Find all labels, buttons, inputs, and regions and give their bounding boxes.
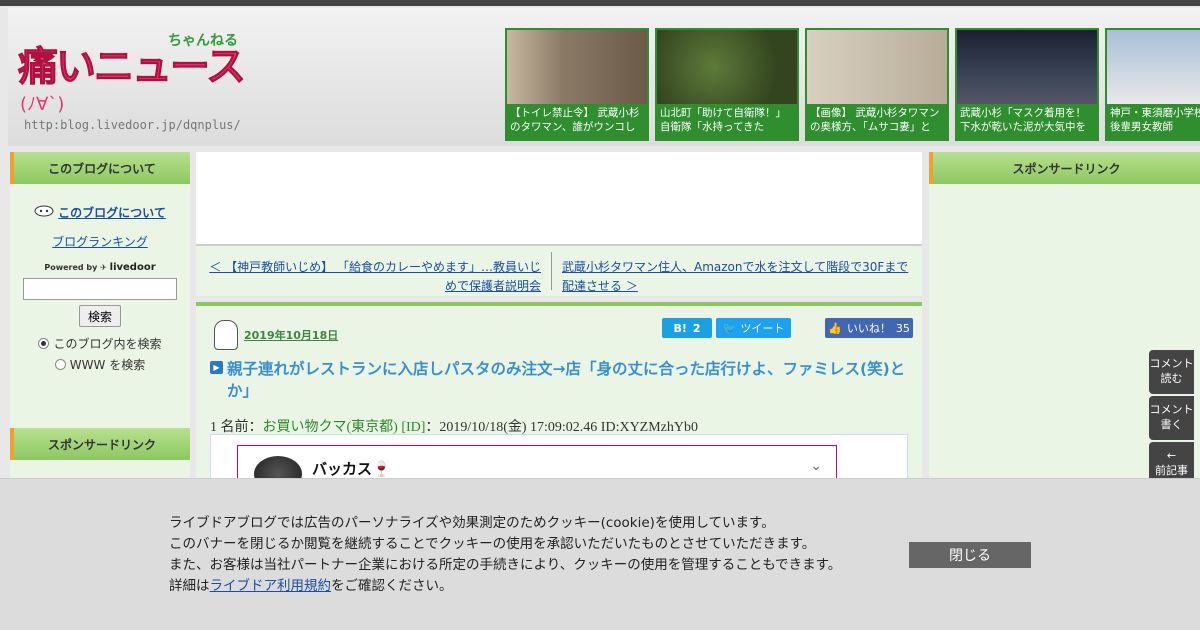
ranking-link[interactable]: ブログランキング <box>20 233 180 250</box>
cookie-banner: ライブドアブログでは広告のパーソナライズや効果測定のためクッキー(cookie)… <box>0 478 1200 630</box>
cookie-line: また、お客様は当社パートナー企業における所定の手続きにより、クッキーの使用を管理… <box>169 557 842 573</box>
cookie-line: このバナーを閉じるか閲覧を継続することでクッキーの使用を承認いただいたものとさせ… <box>169 536 816 552</box>
thumbnail-image <box>807 30 947 104</box>
thumbnail-image <box>957 30 1097 104</box>
radio-blog-search[interactable]: このブログ内を検索 <box>20 335 180 352</box>
powered-by-label: Powered by <box>44 263 98 272</box>
radio-blog[interactable] <box>38 338 50 349</box>
cookie-text: ライブドアブログでは広告のパーソナライズや効果測定のためクッキー(cookie)… <box>169 513 841 597</box>
header-thumbnail[interactable]: 武蔵小杉「マスク着用を！下水が乾いた泥が大気中を <box>955 28 1099 141</box>
about-link-label: このブログについて <box>58 206 166 220</box>
about-heading: このブログについて <box>10 152 190 184</box>
radio-www-search[interactable]: WWW を検索 <box>20 356 180 373</box>
radio-www[interactable] <box>54 359 66 370</box>
header-thumbnail[interactable]: 神戸・東須磨小学校教師、後輩男女教師 <box>1105 28 1200 141</box>
chevron-down-icon[interactable]: ⌄ <box>810 458 822 474</box>
tweet-user-name: バッカス🍷 <box>312 460 391 478</box>
hatena-bookmark-button[interactable]: B! 2 <box>662 318 712 338</box>
mascot-icon <box>214 320 238 350</box>
post-header: 1 名前：お買い物クマ(東京都) [ID]：2019/10/18(金) 17:0… <box>210 416 698 436</box>
thumbnail-caption: 武蔵小杉「マスク着用を！下水が乾いた泥が大気中を <box>960 107 1086 133</box>
logo-face: (ﾉ∀`) <box>20 94 65 115</box>
search-button[interactable]: 検索 <box>79 305 121 327</box>
thumbnail-caption: 【トイレ禁止令】 武蔵小杉のタワマン、誰がウンコし <box>510 107 640 133</box>
play-icon: ▶ <box>210 361 223 374</box>
twitter-icon: 🐦 <box>722 321 737 335</box>
face-icon <box>34 205 54 220</box>
side-tabs: コメント読む コメント書く ← 前記事 <box>1149 350 1194 488</box>
header-thumbnail[interactable]: 山北町「助けて自衛隊！」 自衛隊「水持ってきた <box>655 28 799 141</box>
thumbnail-image <box>507 30 647 104</box>
cookie-detail-prefix: 詳細は <box>169 578 210 594</box>
top-bar <box>0 0 1200 6</box>
left-sponsor-heading: スポンサードリンク <box>10 428 190 460</box>
like-count: 35 <box>895 321 910 335</box>
thumbnail-caption: 神戸・東須磨小学校教師、後輩男女教師 <box>1110 107 1200 133</box>
thumbs-up-icon: 👍 <box>828 321 842 335</box>
post-name: お買い物クマ(東京都) [ID] <box>262 420 426 435</box>
thumbnail-image <box>1107 30 1200 104</box>
thumbnail-caption: 【画像】 武蔵小杉タワマンの奥様方、「ムサコ妻」と <box>810 107 940 133</box>
search-input[interactable] <box>23 278 177 300</box>
hatena-count: 2 <box>692 321 701 335</box>
terms-link[interactable]: ライブドア利用規約 <box>210 578 332 594</box>
hatena-label: B! <box>673 321 687 335</box>
livedoor-icon: ✈ <box>100 263 107 272</box>
prev-article-tab-label: 前記事 <box>1155 464 1188 477</box>
livedoor-brand: livedoor <box>109 262 156 273</box>
powered-by: Powered by ✈ livedoor <box>20 262 180 273</box>
article-title: 親子連れがレストランに入店しパスタのみ注文→店「身の丈に合った店行けよ、ファミレ… <box>227 360 906 400</box>
post-number: 1 名前： <box>210 420 263 435</box>
article-date[interactable]: 2019年10月18日 <box>244 327 338 343</box>
blog-logo[interactable]: 痛いニュース ちゃんねる (ﾉ∀`) http:blog.livedoor.jp… <box>18 28 248 138</box>
cookie-detail-suffix: をご確認ください。 <box>331 578 453 594</box>
header-thumbnail[interactable]: 【画像】 武蔵小杉タワマンの奥様方、「ムサコ妻」と <box>805 28 949 141</box>
cookie-close-button[interactable]: 閉じる <box>909 542 1031 568</box>
tweet-button[interactable]: 🐦 ツイート <box>716 318 791 338</box>
post-meta: ：2019/10/18(金) 17:09:02.46 ID:XYZMzhYb0 <box>425 420 699 435</box>
cookie-line: ライブドアブログでは広告のパーソナライズや効果測定のためクッキー(cookie)… <box>169 515 775 531</box>
radio-www-label: WWW を検索 <box>69 358 146 372</box>
cookie-line: 詳細はライブドア利用規約をご確認ください。 <box>169 576 841 597</box>
tweet-label: ツイート <box>740 322 785 335</box>
header-thumbnails: 【トイレ禁止令】 武蔵小杉のタワマン、誰がウンコし 山北町「助けて自衛隊！」 自… <box>505 28 1200 141</box>
write-comment-tab[interactable]: コメント書く <box>1149 396 1194 440</box>
arrow-left-icon: ← <box>1166 449 1177 462</box>
logo-url: http:blog.livedoor.jp/dqnplus/ <box>24 118 241 132</box>
facebook-like-button[interactable]: 👍 いいね！ 35 <box>825 318 913 338</box>
blog-header: 痛いニュース ちゃんねる (ﾉ∀`) http:blog.livedoor.jp… <box>8 8 1200 146</box>
thumbnail-image <box>657 30 797 104</box>
thumbnail-caption: 山北町「助けて自衛隊！」 自衛隊「水持ってきた <box>660 107 786 133</box>
left-sponsor-section: スポンサードリンク <box>10 428 190 460</box>
ad-space <box>196 152 922 244</box>
prev-article-link[interactable]: ＜ 【神戸教師いじめ】 「給食のカレーやめます」…教員いじめで保護者説明会 <box>196 252 552 293</box>
about-link[interactable]: このブログについて <box>20 204 180 221</box>
article-nav: ＜ 【神戸教師いじめ】 「給食のカレーやめます」…教員いじめで保護者説明会 武蔵… <box>196 244 922 296</box>
next-article-link[interactable]: 武蔵小杉タワマン住人、Amazonで水を注文して階段で30Fまで配達させる ＞ <box>552 252 922 293</box>
logo-channel: ちゃんねる <box>168 33 238 49</box>
radio-blog-label: このブログ内を検索 <box>53 337 162 351</box>
header-thumbnail[interactable]: 【トイレ禁止令】 武蔵小杉のタワマン、誰がウンコし <box>505 28 649 141</box>
right-sponsor-heading: スポンサードリンク <box>929 152 1200 184</box>
read-comments-tab[interactable]: コメント読む <box>1149 350 1194 394</box>
like-label: いいね！ <box>846 322 891 335</box>
